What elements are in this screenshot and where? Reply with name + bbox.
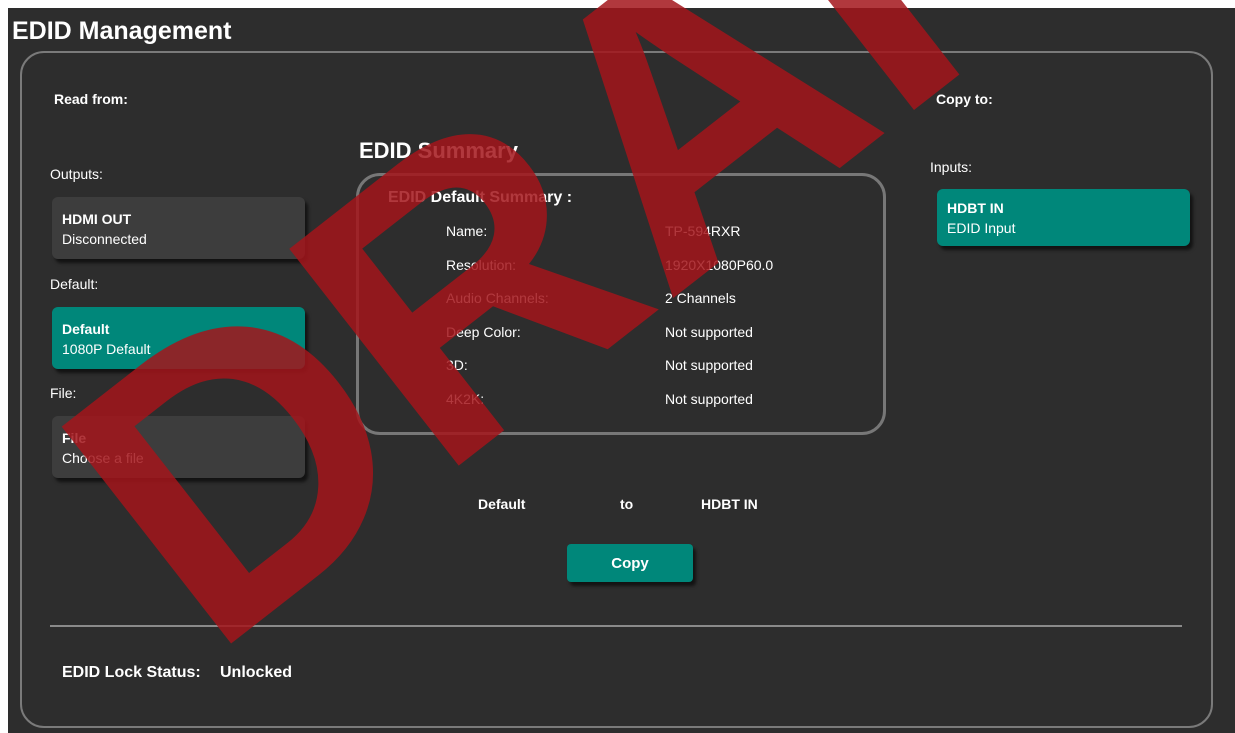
outputs-label: Outputs:: [50, 166, 103, 182]
read-from-label: Read from:: [54, 91, 128, 107]
default-label: Default:: [50, 276, 99, 292]
summary-value-name: TP-594RXR: [665, 223, 741, 239]
default-card-subtitle: 1080P Default: [62, 341, 151, 357]
summary-value-resolution: 1920X1080P60.0: [665, 257, 774, 273]
transfer-to: to: [620, 496, 634, 512]
output-card-title: HDMI OUT: [62, 211, 132, 227]
summary-value-deep-color: Not supported: [665, 324, 753, 340]
summary-value-3d: Not supported: [665, 357, 753, 373]
transfer-source: Default: [478, 496, 526, 512]
page-title: EDID Management: [12, 17, 232, 45]
lock-status-label: EDID Lock Status:: [62, 664, 201, 681]
default-card[interactable]: Default 1080P Default: [52, 307, 305, 369]
output-card-hdmi-out[interactable]: HDMI OUT Disconnected: [52, 197, 305, 259]
copy-to-label: Copy to:: [936, 91, 993, 107]
transfer-target: HDBT IN: [701, 496, 758, 512]
summary-key-4k2k: 4K2K:: [446, 391, 485, 407]
lock-status-value: Unlocked: [220, 664, 293, 681]
input-card-hdbt-in[interactable]: HDBT IN EDID Input: [937, 189, 1190, 246]
input-card-subtitle: EDID Input: [947, 220, 1016, 236]
divider: [50, 625, 1182, 627]
edid-management-screen: EDID Management Read from: Outputs: HDMI…: [8, 8, 1235, 733]
file-card-title: File: [62, 430, 87, 446]
copy-button[interactable]: Copy: [567, 544, 693, 582]
output-card-subtitle: Disconnected: [62, 231, 147, 247]
inputs-label: Inputs:: [930, 159, 973, 175]
edid-summary-box: [356, 173, 886, 435]
file-label: File:: [50, 385, 77, 401]
summary-key-audio: Audio Channels:: [446, 290, 549, 306]
default-card-title: Default: [62, 321, 110, 337]
edid-summary-heading: EDID Default Summary :: [388, 189, 573, 206]
summary-key-resolution: Resolution:: [446, 257, 517, 273]
summary-value-audio: 2 Channels: [665, 290, 736, 306]
edid-summary-title: EDID Summary: [359, 138, 518, 163]
summary-key-deep-color: Deep Color:: [446, 324, 521, 340]
file-card[interactable]: File Choose a file: [52, 416, 305, 478]
input-card-title: HDBT IN: [947, 200, 1004, 216]
file-card-subtitle: Choose a file: [62, 450, 144, 466]
summary-key-name: Name:: [446, 223, 488, 239]
summary-key-3d: 3D:: [446, 357, 468, 373]
summary-value-4k2k: Not supported: [665, 391, 753, 407]
